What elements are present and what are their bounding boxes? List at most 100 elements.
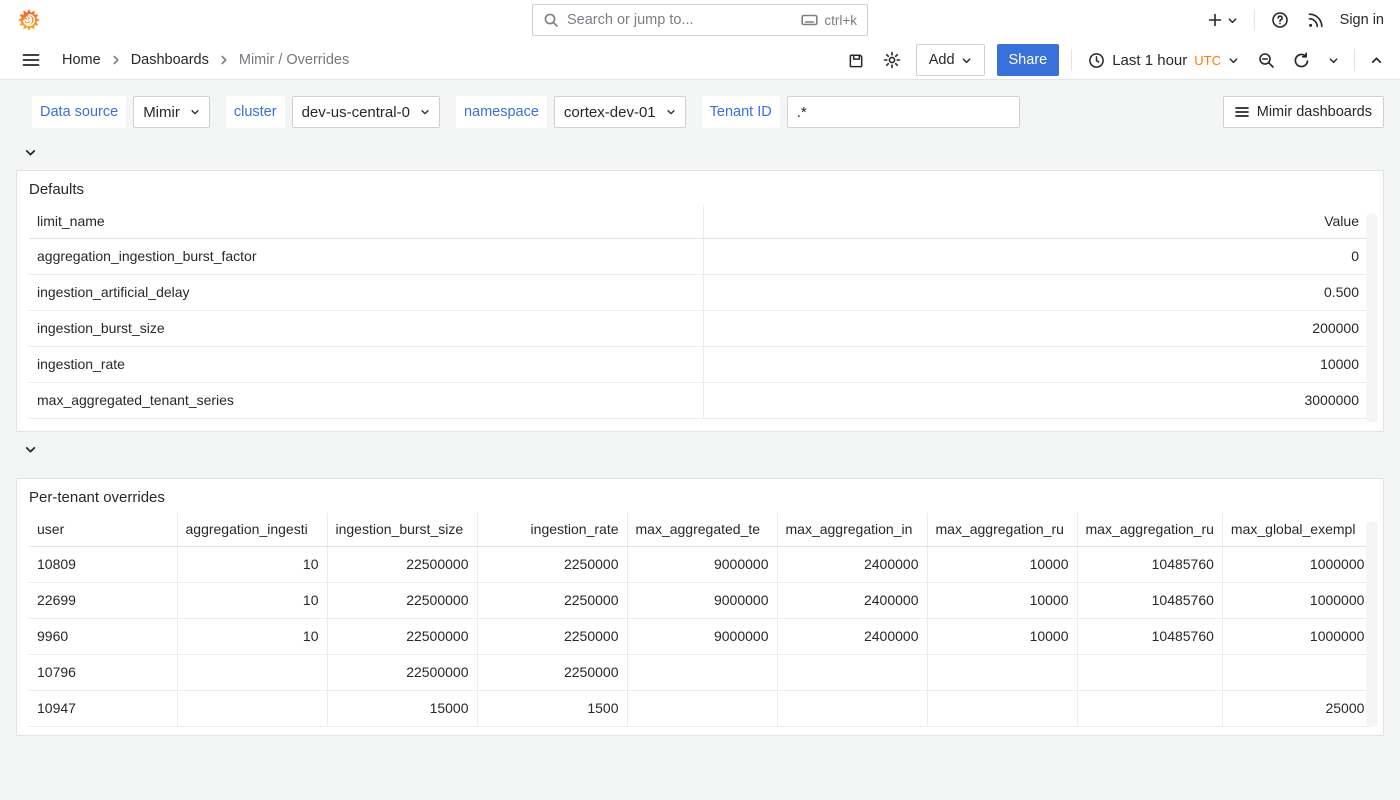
namespace-label[interactable]: namespace (456, 96, 547, 128)
search-icon (543, 12, 559, 28)
column-header[interactable]: max_aggregation_ru (1077, 513, 1222, 546)
grafana-logo[interactable] (16, 7, 42, 33)
tenant-id-label[interactable]: Tenant ID (702, 96, 780, 128)
keyboard-icon (801, 13, 818, 27)
column-header[interactable]: limit_name (29, 205, 703, 238)
save-icon (848, 52, 865, 69)
add-panel-button[interactable]: Add (916, 44, 985, 76)
breadcrumb-home[interactable]: Home (62, 52, 101, 68)
chevron-down-icon (666, 107, 676, 117)
column-header[interactable]: max_global_exempl (1222, 513, 1372, 546)
add-label: Add (929, 52, 955, 68)
column-header[interactable]: max_aggregated_te (627, 513, 777, 546)
menu-toggle-button[interactable] (18, 48, 44, 72)
chevron-up-icon (1370, 54, 1383, 67)
refresh-button[interactable] (1290, 49, 1313, 72)
limit-name-cell: ingestion_artificial_delay (29, 274, 703, 310)
top-nav-row: Search or jump to... ctrl+k (0, 0, 1400, 40)
value-cell (1222, 654, 1372, 690)
rss-icon (1307, 12, 1324, 29)
time-range-picker[interactable]: Last 1 hour UTC (1084, 50, 1243, 71)
grafana-logo-icon (17, 8, 41, 32)
share-button[interactable]: Share (997, 44, 1060, 76)
table-row: ingestion_rate 10000 (29, 346, 1367, 382)
value-cell: 22500000 (327, 546, 477, 582)
table-scrollbar[interactable] (1366, 213, 1378, 423)
column-header[interactable]: aggregation_ingesti (177, 513, 327, 546)
hamburger-icon (22, 52, 40, 68)
mimir-dashboards-button[interactable]: Mimir dashboards (1223, 96, 1384, 128)
datasource-select[interactable]: Mimir (133, 96, 210, 128)
value-cell: 10485760 (1077, 618, 1222, 654)
value-cell: 1000000 (1222, 582, 1372, 618)
overrides-table: user aggregation_ingesti ingestion_burst… (29, 513, 1372, 727)
time-range-label: Last 1 hour (1112, 52, 1187, 69)
refresh-interval-button[interactable] (1325, 52, 1342, 69)
column-header[interactable]: max_aggregation_in (777, 513, 927, 546)
search-input[interactable]: Search or jump to... ctrl+k (532, 4, 868, 36)
value-cell: 25000 (1222, 690, 1372, 726)
breadcrumb-dashboards[interactable]: Dashboards (131, 52, 209, 68)
value-cell: 2400000 (777, 582, 927, 618)
dashboard-row-toggle[interactable] (24, 144, 48, 160)
user-cell: 22699 (29, 582, 177, 618)
magnifier-minus-icon (1258, 52, 1275, 69)
chevron-right-icon (219, 55, 229, 65)
dashboard-row-toggle[interactable] (24, 441, 48, 457)
column-header[interactable]: max_aggregation_ru (927, 513, 1077, 546)
value-cell: 2250000 (477, 546, 627, 582)
panel-title[interactable]: Defaults (17, 171, 1383, 205)
value-cell (777, 654, 927, 690)
gear-icon (883, 51, 901, 69)
defaults-panel: Defaults limit_name Value aggregation_in… (16, 170, 1384, 432)
value-cell (927, 654, 1077, 690)
value-cell: 1000000 (1222, 546, 1372, 582)
help-button[interactable] (1269, 9, 1291, 31)
table-row: aggregation_ingestion_burst_factor 0 (29, 238, 1367, 274)
limit-name-cell: max_aggregated_tenant_series (29, 382, 703, 418)
zoom-out-time-button[interactable] (1255, 49, 1278, 72)
table-row: ingestion_burst_size 200000 (29, 310, 1367, 346)
value-cell: 1000000 (1222, 618, 1372, 654)
cluster-label[interactable]: cluster (226, 96, 285, 128)
keyboard-shortcut-badge: ctrl+k (801, 13, 857, 28)
value-cell: 2400000 (777, 618, 927, 654)
new-menu-button[interactable] (1205, 10, 1240, 30)
dashboard-settings-button[interactable] (880, 48, 904, 72)
news-button[interactable] (1305, 10, 1326, 31)
table-row: 10796 22500000 2250000 (29, 654, 1372, 690)
value-cell: 22500000 (327, 618, 477, 654)
limit-name-cell: aggregation_ingestion_burst_factor (29, 238, 703, 274)
breadcrumb: Home Dashboards Mimir / Overrides (62, 52, 349, 68)
value-cell: 2250000 (477, 618, 627, 654)
chevron-down-icon (1228, 55, 1239, 66)
table-scrollbar[interactable] (1366, 521, 1378, 727)
help-icon (1271, 11, 1289, 29)
value-cell: 10000 (927, 546, 1077, 582)
namespace-select[interactable]: cortex-dev-01 (554, 96, 686, 128)
datasource-value: Mimir (143, 104, 180, 121)
breadcrumb-toolbar-row: Home Dashboards Mimir / Overrides (0, 40, 1400, 80)
sign-in-link[interactable]: Sign in (1340, 12, 1384, 28)
value-cell: 10 (177, 546, 327, 582)
column-header[interactable]: user (29, 513, 177, 546)
table-row: max_aggregated_tenant_series 3000000 (29, 382, 1367, 418)
cluster-select[interactable]: dev-us-central-0 (292, 96, 440, 128)
collapse-controls-button[interactable] (1367, 51, 1386, 70)
value-cell (627, 690, 777, 726)
limit-name-cell: ingestion_burst_size (29, 310, 703, 346)
value-cell: 200000 (703, 310, 1367, 346)
value-cell: 0.500 (703, 274, 1367, 310)
value-cell: 2400000 (777, 546, 927, 582)
tenant-id-input[interactable]: .* (787, 96, 1020, 128)
cluster-variable: cluster dev-us-central-0 (226, 96, 440, 128)
value-cell: 9000000 (627, 546, 777, 582)
column-header[interactable]: Value (703, 205, 1367, 238)
column-header[interactable]: ingestion_burst_size (327, 513, 477, 546)
datasource-label[interactable]: Data source (32, 96, 126, 128)
save-dashboard-button[interactable] (845, 49, 868, 72)
column-header[interactable]: ingestion_rate (477, 513, 627, 546)
search-placeholder: Search or jump to... (567, 12, 793, 28)
panel-title[interactable]: Per-tenant overrides (17, 479, 1383, 513)
value-cell: 22500000 (327, 654, 477, 690)
